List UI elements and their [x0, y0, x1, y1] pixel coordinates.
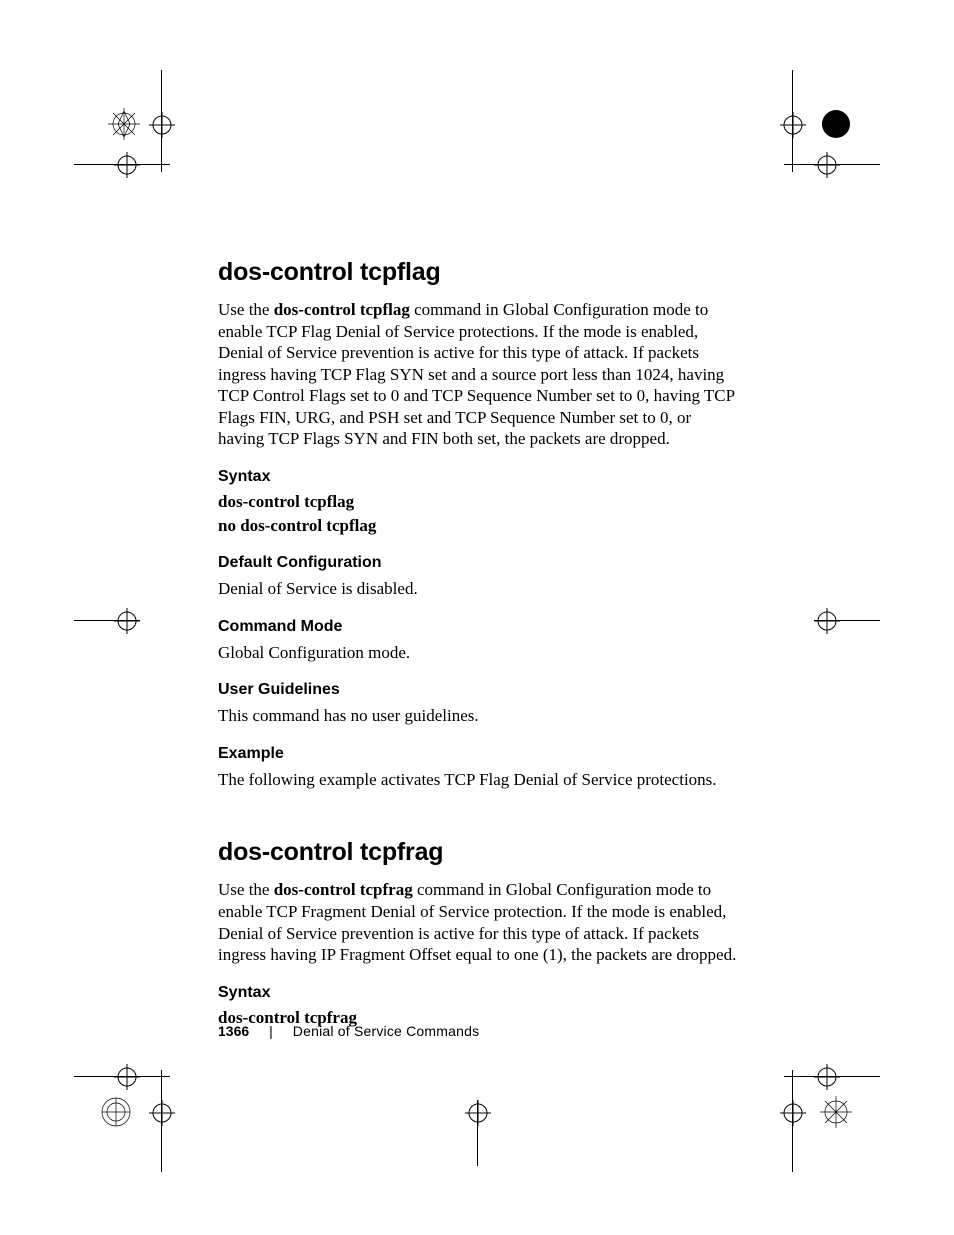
intro-paragraph: Use the dos-control tcpflag command in G…: [218, 299, 741, 450]
starburst-icon: [820, 1096, 852, 1128]
registration-mark-icon: [465, 1100, 491, 1126]
example-body: The following example activates TCP Flag…: [218, 769, 741, 791]
page-footer: 1366 | Denial of Service Commands: [218, 1023, 479, 1039]
command-name: dos-control tcpflag: [274, 300, 410, 319]
registration-mark-icon: [114, 608, 140, 634]
registration-mark-icon: [114, 152, 140, 178]
crop-line: [74, 1076, 170, 1077]
example-heading: Example: [218, 745, 741, 763]
starburst-icon: [100, 1096, 132, 1128]
crop-line: [784, 1076, 880, 1077]
registration-mark-icon: [814, 1064, 840, 1090]
command-mode-body: Global Configuration mode.: [218, 642, 741, 664]
crop-line: [784, 164, 880, 165]
registration-mark-icon: [114, 1064, 140, 1090]
user-guidelines-heading: User Guidelines: [218, 681, 741, 699]
page-number: 1366: [218, 1023, 249, 1039]
crop-line: [477, 1100, 478, 1166]
crop-line: [74, 620, 140, 621]
section-title: dos-control tcpflag: [218, 258, 741, 287]
crop-line: [814, 620, 880, 621]
crop-line: [74, 164, 170, 165]
syntax-heading: Syntax: [218, 468, 741, 486]
registration-mark-icon: [814, 152, 840, 178]
default-config-body: Denial of Service is disabled.: [218, 578, 741, 600]
crop-line: [161, 70, 162, 172]
syntax-heading: Syntax: [218, 984, 741, 1002]
page: dos-control tcpflag Use the dos-control …: [0, 0, 954, 1235]
registration-mark-icon: [149, 112, 175, 138]
command-name: dos-control tcpfrag: [274, 880, 413, 899]
content-area: dos-control tcpflag Use the dos-control …: [218, 258, 741, 1032]
section-title: dos-control tcpfrag: [218, 838, 741, 867]
registration-mark-icon: [149, 1100, 175, 1126]
crop-line: [792, 1070, 793, 1172]
section-2: dos-control tcpfrag Use the dos-control …: [218, 838, 741, 1027]
text: Use the: [218, 300, 274, 319]
registration-mark-icon: [780, 1100, 806, 1126]
text: command in Global Configuration mode to …: [218, 300, 734, 448]
starburst-icon: [108, 108, 140, 140]
footer-separator: |: [269, 1023, 273, 1039]
command-mode-heading: Command Mode: [218, 618, 741, 636]
syntax-line: dos-control tcpflag: [218, 492, 741, 512]
registration-mark-icon: [780, 112, 806, 138]
intro-paragraph: Use the dos-control tcpfrag command in G…: [218, 879, 741, 965]
crop-line: [161, 1070, 162, 1172]
syntax-line: no dos-control tcpflag: [218, 516, 741, 536]
footer-title: Denial of Service Commands: [293, 1023, 480, 1039]
registration-mark-icon: [814, 608, 840, 634]
user-guidelines-body: This command has no user guidelines.: [218, 705, 741, 727]
starburst-icon: [820, 108, 852, 140]
crop-line: [792, 70, 793, 172]
text: Use the: [218, 880, 274, 899]
default-config-heading: Default Configuration: [218, 554, 741, 572]
